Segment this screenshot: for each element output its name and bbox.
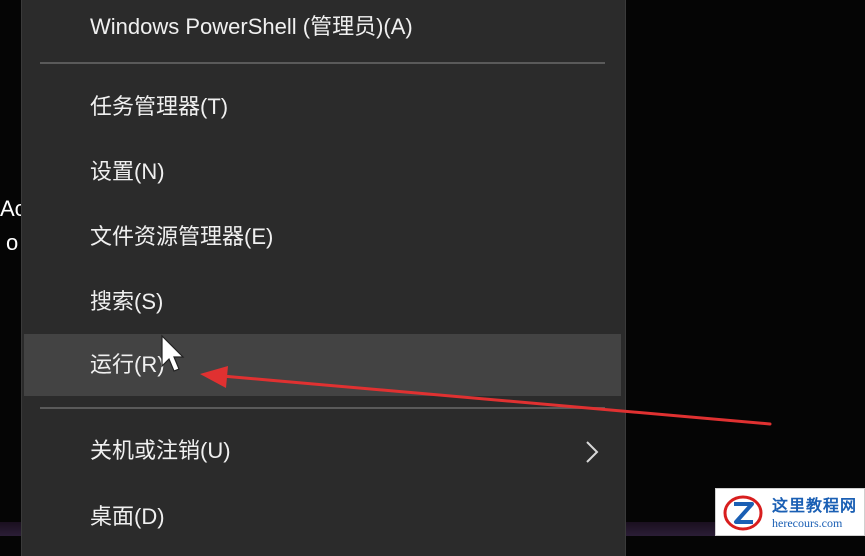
chevron-right-icon	[586, 441, 599, 463]
menu-item-settings[interactable]: 设置(N)	[24, 141, 621, 203]
menu-item-shutdown-signout[interactable]: 关机或注销(U)	[24, 420, 621, 482]
menu-item-label: 关机或注销(U)	[90, 438, 231, 463]
winx-context-menu: Windows PowerShell (管理员)(A) 任务管理器(T) 设置(…	[22, 0, 625, 556]
menu-item-file-explorer[interactable]: 文件资源管理器(E)	[24, 206, 621, 268]
menu-item-search[interactable]: 搜索(S)	[24, 271, 621, 333]
menu-item-task-manager[interactable]: 任务管理器(T)	[24, 76, 621, 138]
menu-item-label: 桌面(D)	[90, 504, 165, 529]
background-text-fragment-2: o	[6, 230, 19, 255]
menu-item-label: Windows PowerShell (管理员)(A)	[90, 14, 413, 39]
site-watermark: 这里教程网 herecours.com	[715, 488, 865, 536]
watermark-url: herecours.com	[772, 516, 843, 530]
menu-item-desktop[interactable]: 桌面(D)	[24, 486, 621, 548]
menu-item-label: 运行(R)	[90, 352, 165, 377]
menu-item-run[interactable]: 运行(R)	[24, 334, 621, 396]
menu-item-label: 任务管理器(T)	[90, 94, 229, 119]
menu-item-label: 设置(N)	[90, 159, 165, 184]
menu-separator	[40, 407, 605, 409]
menu-item-powershell-admin[interactable]: Windows PowerShell (管理员)(A)	[24, 0, 621, 58]
menu-item-label: 文件资源管理器(E)	[90, 224, 274, 249]
menu-separator	[40, 62, 605, 64]
watermark-title: 这里教程网	[772, 496, 858, 515]
menu-item-label: 搜索(S)	[90, 289, 164, 314]
z-logo-icon	[723, 495, 763, 531]
